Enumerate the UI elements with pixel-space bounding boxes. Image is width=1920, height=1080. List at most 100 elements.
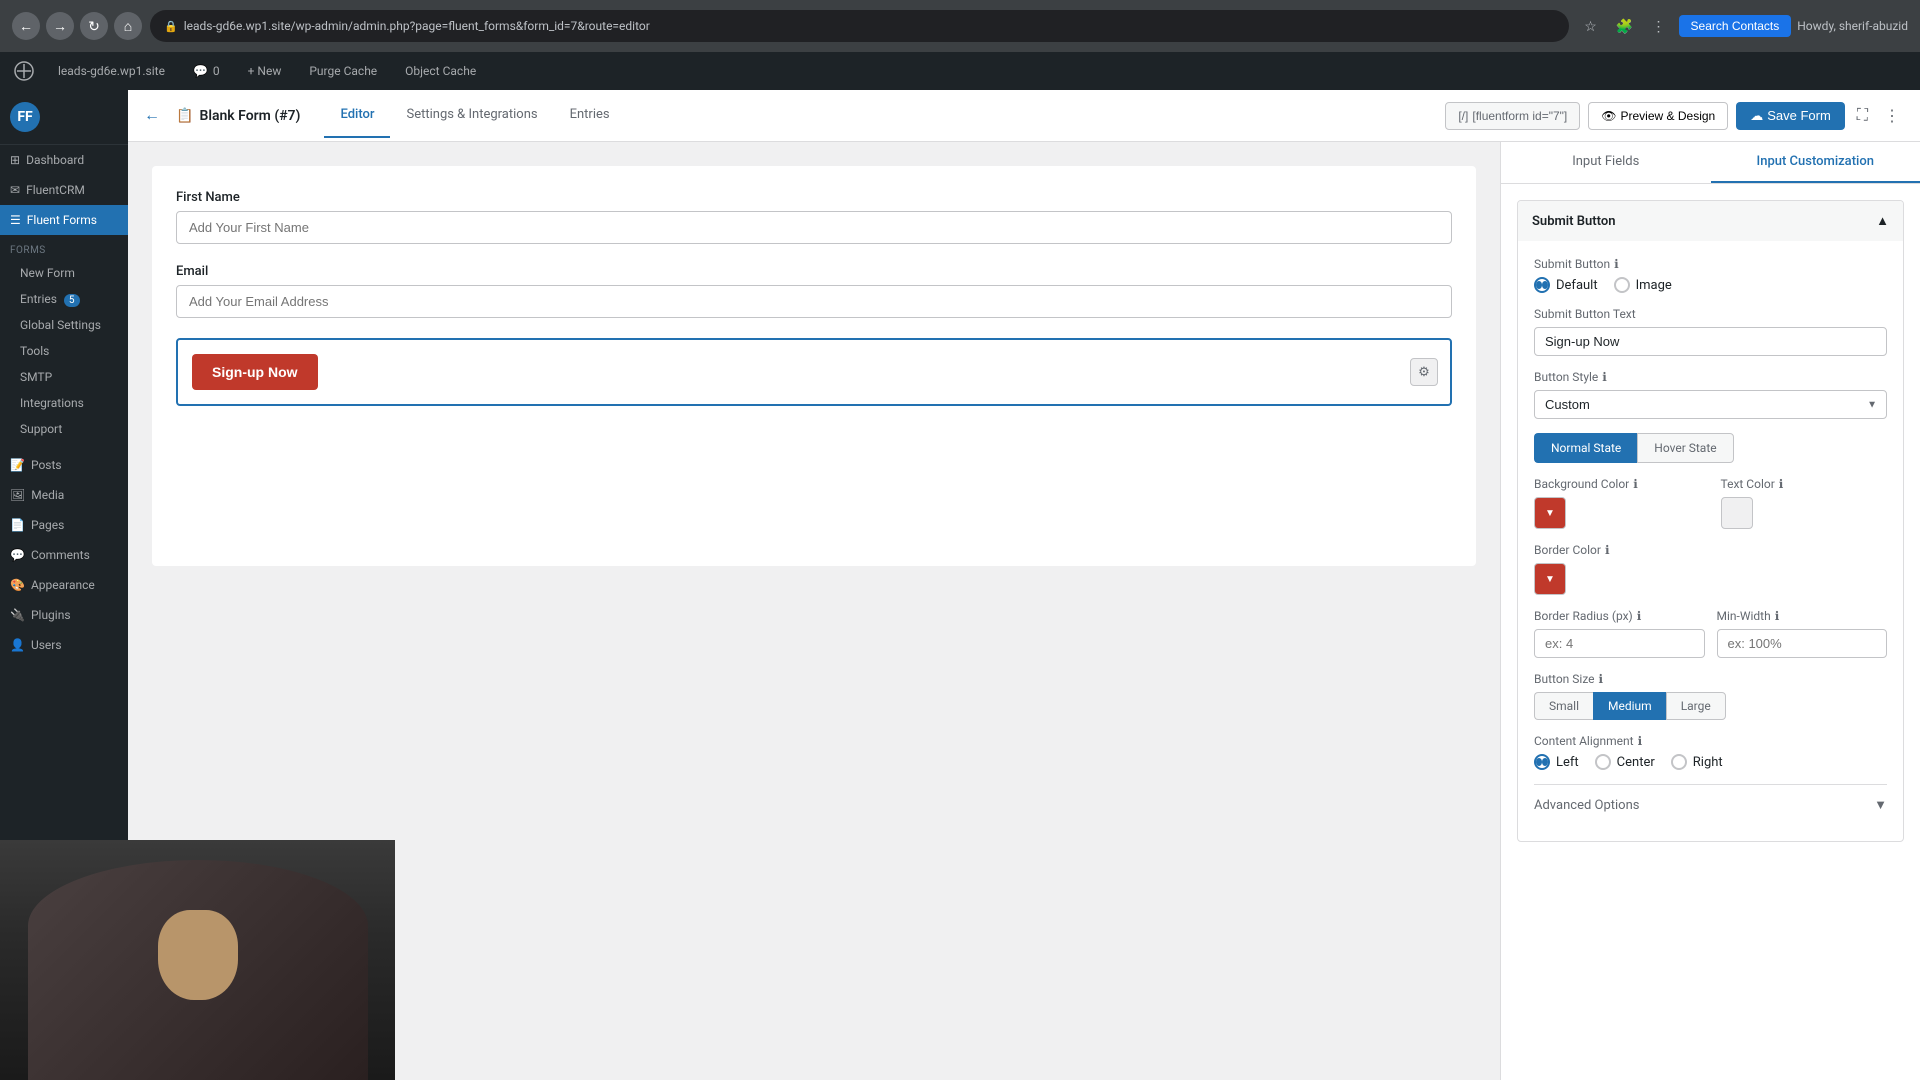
button-size-info-icon[interactable]: ℹ [1599, 672, 1604, 686]
button-style-info-icon[interactable]: ℹ [1602, 370, 1607, 384]
save-icon: ☁ [1750, 108, 1763, 124]
submit-button[interactable]: Sign-up Now [192, 354, 318, 390]
align-right[interactable]: Right [1671, 754, 1723, 770]
align-right-circle [1671, 754, 1687, 770]
border-radius-info-icon[interactable]: ℹ [1637, 609, 1642, 623]
submit-settings-button[interactable]: ⚙ [1410, 358, 1438, 386]
visits-item[interactable]: 💬 0 [185, 60, 228, 82]
back-button[interactable]: ← [12, 12, 40, 40]
tab-entries[interactable]: Entries [554, 93, 626, 138]
sidebar-item-integrations[interactable]: Integrations [0, 390, 128, 416]
sidebar-item-fluent-forms[interactable]: ☰ Fluent Forms [0, 205, 128, 235]
panel-tab-input-fields[interactable]: Input Fields [1501, 142, 1711, 183]
hover-state-tab[interactable]: Hover State [1637, 433, 1733, 463]
bookmark-button[interactable]: ☆ [1577, 12, 1605, 40]
submit-button-info-icon[interactable]: ℹ [1614, 257, 1619, 271]
email-field-group: Email [176, 264, 1452, 318]
sidebar-item-tools[interactable]: Tools [0, 338, 128, 364]
text-color-swatch[interactable] [1721, 497, 1753, 529]
settings-button[interactable]: ⋮ [1645, 12, 1673, 40]
shortcode-icon: [/] [1458, 109, 1468, 123]
size-small[interactable]: Small [1534, 692, 1593, 720]
dashboard-icon: ⊞ [10, 153, 20, 167]
submit-button-section-header[interactable]: Submit Button ▲ [1518, 201, 1903, 241]
search-contacts-button[interactable]: Search Contacts [1679, 15, 1792, 37]
sidebar-item-comments[interactable]: 💬 Comments [0, 540, 128, 570]
preview-design-button[interactable]: 👁 Preview & Design [1588, 102, 1728, 130]
button-style-select[interactable]: Default Custom Outline [1534, 390, 1887, 419]
panel-content: Submit Button ▲ Submit Button ℹ [1501, 184, 1920, 1080]
wp-logo-icon[interactable] [10, 57, 38, 85]
forward-button[interactable]: → [46, 12, 74, 40]
tab-editor[interactable]: Editor [324, 93, 390, 138]
radio-image-circle [1614, 277, 1630, 293]
submit-button-container: Sign-up Now ⚙ [176, 338, 1452, 406]
content-alignment-info-icon[interactable]: ℹ [1638, 734, 1643, 748]
purge-cache-item[interactable]: Purge Cache [301, 60, 385, 82]
wp-admin-bar: leads-gd6e.wp1.site 💬 0 + New Purge Cach… [0, 52, 1920, 90]
entries-badge: 5 [64, 294, 80, 307]
border-radius-input[interactable] [1534, 629, 1705, 658]
sidebar-item-entries[interactable]: Entries 5 [0, 286, 128, 312]
border-color-info-icon[interactable]: ℹ [1605, 543, 1610, 557]
new-item[interactable]: + New [240, 60, 290, 82]
content-area: ← 📋 Blank Form (#7) Editor Settings & In… [128, 90, 1920, 1080]
shortcode-button[interactable]: [/] [fluentform id="7"] [1445, 102, 1580, 130]
sidebar-item-plugins[interactable]: 🔌 Plugins [0, 600, 128, 630]
min-width-input[interactable] [1717, 629, 1888, 658]
normal-state-tab[interactable]: Normal State [1534, 433, 1637, 463]
extensions-button[interactable]: 🧩 [1611, 12, 1639, 40]
email-input[interactable] [176, 285, 1452, 318]
address-bar[interactable]: 🔒 leads-gd6e.wp1.site/wp-admin/admin.php… [150, 10, 1569, 42]
submit-button-text-input[interactable] [1534, 327, 1887, 356]
sidebar-item-pages[interactable]: 📄 Pages [0, 510, 128, 540]
back-to-forms-button[interactable]: ← [144, 107, 160, 125]
sidebar-item-global-settings[interactable]: Global Settings [0, 312, 128, 338]
sidebar-item-posts[interactable]: 📝 Posts [0, 450, 128, 480]
panel-tab-input-customization[interactable]: Input Customization [1711, 142, 1920, 183]
sidebar-item-dashboard[interactable]: ⊞ Dashboard [0, 145, 128, 175]
sidebar-item-appearance[interactable]: 🎨 Appearance [0, 570, 128, 600]
panel-tabs: Input Fields Input Customization [1501, 142, 1920, 184]
url-text: leads-gd6e.wp1.site/wp-admin/admin.php?p… [184, 19, 650, 33]
tab-settings[interactable]: Settings & Integrations [390, 93, 553, 138]
home-button[interactable]: ⌂ [114, 12, 142, 40]
sidebar-item-support[interactable]: Support [0, 416, 128, 442]
site-name-item[interactable]: leads-gd6e.wp1.site [50, 60, 173, 82]
refresh-button[interactable]: ↻ [80, 12, 108, 40]
color-row: Background Color ℹ ▼ [1534, 477, 1887, 529]
fullscreen-button[interactable]: ⛶ [1853, 103, 1872, 129]
sidebar-item-new-form[interactable]: New Form [0, 260, 128, 286]
sidebar-item-smtp[interactable]: SMTP [0, 364, 128, 390]
submit-button-type-row: Submit Button ℹ Default [1534, 257, 1887, 293]
radio-image[interactable]: Image [1614, 277, 1672, 293]
size-medium[interactable]: Medium [1593, 692, 1666, 720]
gear-icon: ⚙ [1418, 365, 1430, 380]
radio-default[interactable]: Default [1534, 277, 1598, 293]
text-color-info-icon[interactable]: ℹ [1779, 477, 1784, 491]
more-options-button[interactable]: ⋮ [1880, 102, 1904, 130]
appearance-icon: 🎨 [10, 578, 25, 592]
object-cache-item[interactable]: Object Cache [397, 60, 484, 82]
align-left[interactable]: Left [1534, 754, 1579, 770]
align-center[interactable]: Center [1595, 754, 1655, 770]
sidebar-item-media[interactable]: 🖼 Media [0, 480, 128, 510]
bg-color-swatch[interactable]: ▼ [1534, 497, 1566, 529]
bg-color-info-icon[interactable]: ℹ [1633, 477, 1638, 491]
first-name-input[interactable] [176, 211, 1452, 244]
border-color-swatch[interactable]: ▼ [1534, 563, 1566, 595]
bg-color-swatch-container: ▼ [1534, 497, 1701, 529]
state-tabs: Normal State Hover State [1534, 433, 1887, 463]
text-color-label: Text Color ℹ [1721, 477, 1888, 491]
border-color-label: Border Color ℹ [1534, 543, 1887, 557]
button-size-label: Button Size ℹ [1534, 672, 1887, 686]
min-width-info-icon[interactable]: ℹ [1775, 609, 1780, 623]
border-radius-label: Border Radius (px) ℹ [1534, 609, 1705, 623]
sidebar-item-fluentcrm[interactable]: ✉ FluentCRM [0, 175, 128, 205]
fluentcrm-icon: ✉ [10, 183, 20, 197]
sidebar-item-users[interactable]: 👤 Users [0, 630, 128, 660]
browser-controls: ← → ↻ ⌂ [12, 12, 142, 40]
size-large[interactable]: Large [1666, 692, 1726, 720]
advanced-options-header[interactable]: Advanced Options ▼ [1534, 784, 1887, 825]
save-form-button[interactable]: ☁ Save Form [1736, 102, 1845, 130]
